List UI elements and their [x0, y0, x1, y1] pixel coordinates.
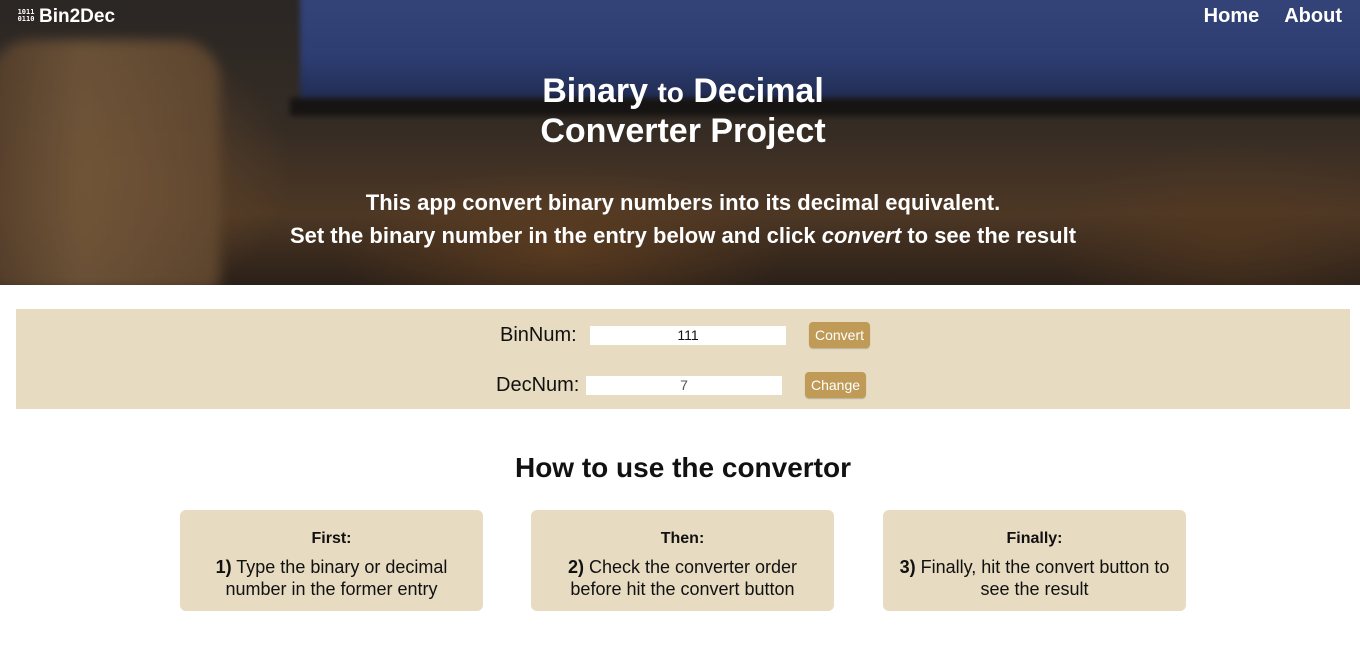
navbar-links: Home About [1204, 5, 1342, 28]
binary-logo-icon: 1011 0110 [17, 8, 35, 23]
page-title: Binary to Decimal Converter Project [540, 72, 826, 150]
step-text: 3) Finally, hit the convert button to se… [899, 557, 1170, 599]
decnum-label: DecNum: [496, 373, 580, 396]
change-button[interactable]: Change [805, 372, 867, 398]
step-heading: Then: [660, 530, 705, 547]
step-heading: Finally: [1006, 530, 1063, 547]
howto-title: How to use the convertor [514, 452, 852, 483]
step-card-finally: Finally: 3) Finally, hit the convert but… [883, 510, 1186, 611]
binary-row: BinNum: Convert [500, 322, 871, 348]
converter-panel: BinNum: Convert DecNum: Change [16, 309, 1350, 409]
step-card-then: Then: 2) Check the converter order befor… [531, 510, 834, 611]
convert-button[interactable]: Convert [809, 322, 871, 348]
step-text: 1) Type the binary or decimal number in … [215, 557, 448, 599]
decimal-input[interactable] [586, 375, 782, 395]
step-heading: First: [311, 530, 352, 547]
binnum-label: BinNum: [500, 323, 577, 346]
step-card-first: First: 1) Type the binary or decimal num… [180, 510, 483, 611]
hero-banner: 1011 0110 Bin2Dec Home About Binary to De… [0, 0, 1360, 285]
page-description: This app convert binary numbers into its… [289, 190, 1077, 248]
brand-name: Bin2Dec [39, 6, 116, 27]
binary-input[interactable] [590, 325, 786, 345]
step-text: 2) Check the converter order before hit … [567, 557, 798, 599]
decimal-row: DecNum: Change [496, 372, 867, 398]
nav-link-about[interactable]: About [1284, 5, 1342, 28]
navbar-brand[interactable]: 1011 0110 Bin2Dec [17, 6, 115, 28]
nav-link-home[interactable]: Home [1204, 5, 1260, 28]
